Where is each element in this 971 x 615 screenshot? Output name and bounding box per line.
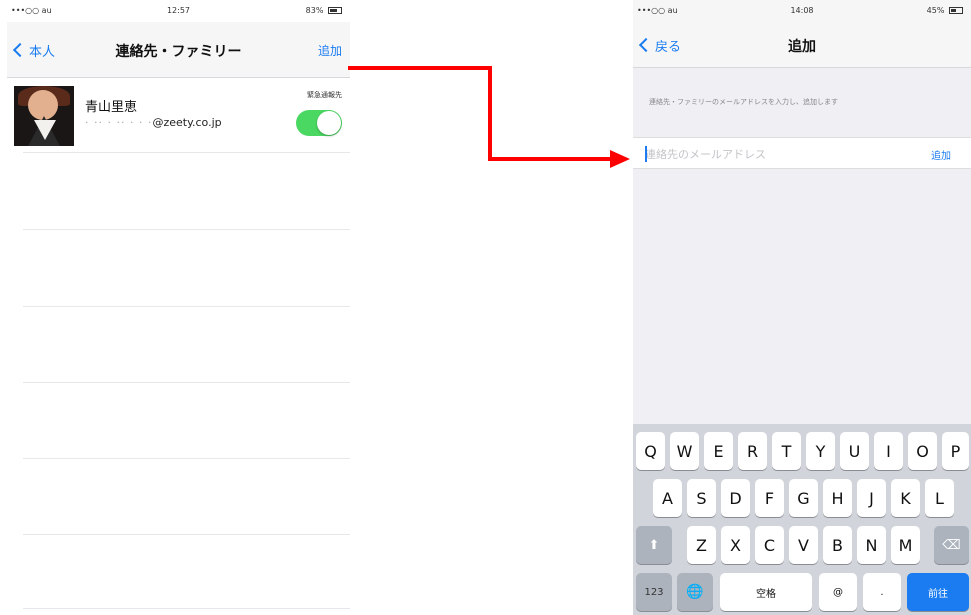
globe-icon: 🌐 <box>686 584 704 600</box>
text-cursor <box>645 146 647 162</box>
keyboard: Q W E R T Y U I O P A S D F G H J K L ⬆ … <box>633 424 971 615</box>
key-v[interactable]: V <box>789 526 818 564</box>
key-m[interactable]: M <box>891 526 920 564</box>
page-title: 連絡先・ファミリー <box>115 44 242 60</box>
return-key[interactable]: 前往 <box>907 573 969 611</box>
toggle-knob <box>317 111 341 135</box>
contact-email: · ·· · ·· · · ·@zeety.co.jp <box>85 116 222 129</box>
key-i[interactable]: I <box>874 432 903 470</box>
key-o[interactable]: O <box>908 432 937 470</box>
add-button[interactable]: 追加 <box>318 42 342 59</box>
contact-email-domain: @zeety.co.jp <box>152 116 222 129</box>
key-k[interactable]: K <box>891 479 920 517</box>
key-p[interactable]: P <box>942 432 969 470</box>
list-divider <box>23 229 350 230</box>
key-w[interactable]: W <box>670 432 699 470</box>
at-key[interactable]: @ <box>819 573 857 611</box>
key-y[interactable]: Y <box>806 432 835 470</box>
key-g[interactable]: G <box>789 479 818 517</box>
email-input[interactable] <box>645 145 865 163</box>
instruction-text: 連絡先・ファミリーのメールアドレスを入力し、追加します <box>649 98 838 106</box>
numbers-key[interactable]: 123 <box>636 573 672 611</box>
delete-key[interactable]: ⌫ <box>934 526 969 564</box>
add-contact-screen: •••○○ au 14:08 45% 戻る 追加 連絡先・ファミリーのメールアド… <box>633 0 971 615</box>
list-divider <box>23 608 350 609</box>
avatar <box>14 86 74 146</box>
list-divider <box>23 534 350 535</box>
key-s[interactable]: S <box>687 479 716 517</box>
list-divider <box>23 458 350 459</box>
key-j[interactable]: J <box>857 479 886 517</box>
status-bar: •••○○ au 14:08 45% <box>633 0 971 22</box>
status-time: 12:57 <box>166 6 191 15</box>
key-q[interactable]: Q <box>636 432 665 470</box>
list-divider <box>23 306 350 307</box>
page-title: 追加 <box>788 39 816 55</box>
space-key[interactable]: 空格 <box>720 573 812 611</box>
email-entry-row: 追加 <box>633 137 971 169</box>
emergency-contact-label: 緊急通報先 <box>307 91 342 99</box>
key-h[interactable]: H <box>823 479 852 517</box>
contact-list-item[interactable]: 青山里恵 · ·· · ·· · · ·@zeety.co.jp 緊急通報先 <box>7 78 350 152</box>
shift-key[interactable]: ⬆ <box>636 526 672 564</box>
add-email-button[interactable]: 追加 <box>931 147 951 162</box>
key-b[interactable]: B <box>823 526 852 564</box>
key-r[interactable]: R <box>738 432 767 470</box>
status-bar: •••○○ au 12:57 83% <box>7 0 350 22</box>
globe-key[interactable]: 🌐 <box>677 573 713 611</box>
status-time: 14:08 <box>790 6 814 15</box>
contacts-family-screen: •••○○ au 12:57 83% 本人 連絡先・ファミリー 追加 青山里恵 … <box>7 0 350 615</box>
key-t[interactable]: T <box>772 432 801 470</box>
backspace-icon: ⌫ <box>942 537 961 553</box>
key-d[interactable]: D <box>721 479 750 517</box>
navigation-bar: 本人 連絡先・ファミリー 追加 <box>7 22 350 78</box>
contact-name: 青山里恵 <box>85 100 138 115</box>
key-c[interactable]: C <box>755 526 784 564</box>
battery-icon <box>949 7 963 14</box>
key-e[interactable]: E <box>704 432 733 470</box>
battery-percent: 83% <box>305 6 324 15</box>
list-divider <box>23 382 350 383</box>
key-a[interactable]: A <box>653 479 682 517</box>
key-n[interactable]: N <box>857 526 886 564</box>
contact-email-masked: · ·· · ·· · · · <box>85 116 153 129</box>
key-l[interactable]: L <box>925 479 954 517</box>
battery-percent: 45% <box>926 6 945 15</box>
battery-indicator: 45% <box>927 6 963 15</box>
battery-icon <box>328 7 342 14</box>
dot-key[interactable]: . <box>863 573 901 611</box>
battery-indicator: 83% <box>306 6 342 15</box>
navigation-bar: 戻る 追加 <box>633 22 971 68</box>
transition-arrow <box>348 66 630 168</box>
key-u[interactable]: U <box>840 432 869 470</box>
list-divider <box>23 152 350 153</box>
key-f[interactable]: F <box>755 479 784 517</box>
key-x[interactable]: X <box>721 526 750 564</box>
emergency-contact-toggle[interactable] <box>296 110 342 136</box>
shift-arrow-icon: ⬆ <box>648 537 660 553</box>
key-z[interactable]: Z <box>687 526 716 564</box>
